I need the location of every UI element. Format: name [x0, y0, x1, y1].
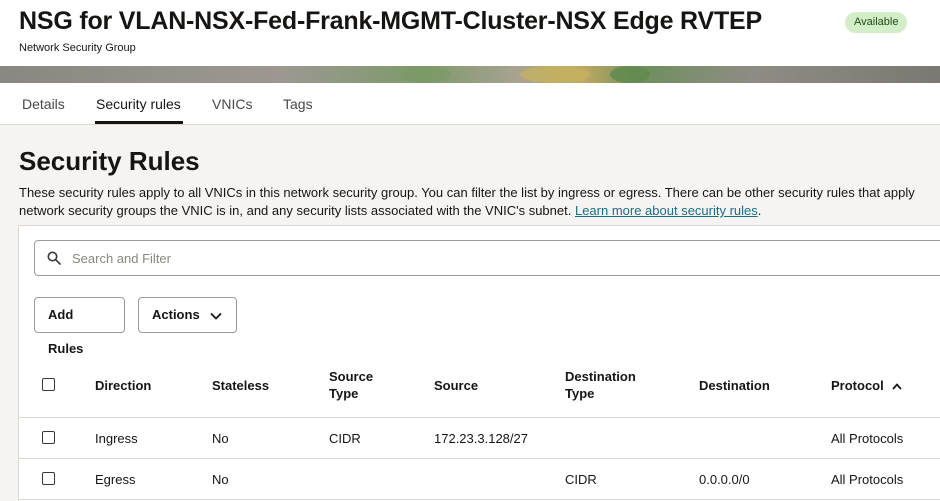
protocol-label: Protocol: [831, 378, 884, 393]
sort-ascending-icon: [892, 383, 902, 390]
column-header-direction[interactable]: Direction: [95, 377, 151, 394]
description-line-2: network security groups the VNIC is in, …: [19, 202, 940, 220]
source-type-label-line2: Type: [329, 386, 359, 401]
column-header-destination-type[interactable]: Destination Type: [565, 368, 636, 402]
description-text: network security groups the VNIC is in, …: [19, 203, 572, 218]
decorative-leaf: [400, 66, 450, 83]
cell-direction: Egress: [95, 472, 136, 487]
decorative-leaf: [610, 66, 650, 83]
cell-direction: Ingress: [95, 431, 138, 446]
page-header: NSG for VLAN-NSX-Fed-Frank-MGMT-Cluster-…: [0, 0, 940, 83]
cell-stateless: No: [212, 431, 229, 446]
row-checkbox[interactable]: [42, 431, 55, 444]
source-type-label-line1: Source: [329, 369, 374, 384]
learn-more-link[interactable]: Learn more about security rules: [575, 203, 758, 218]
cell-protocol: All Protocols: [831, 431, 904, 446]
table-header: Direction Stateless Source Type Source De…: [18, 358, 940, 418]
description-line-1: These security rules apply to all VNICs …: [19, 185, 915, 200]
page-title: NSG for VLAN-NSX-Fed-Frank-MGMT-Cluster-…: [19, 7, 762, 35]
table-row: Egress No CIDR 0.0.0.0/0 All Protocols: [18, 459, 940, 500]
active-tab-indicator: [95, 121, 183, 124]
actions-button[interactable]: Actions: [138, 297, 237, 333]
row-checkbox[interactable]: [42, 472, 55, 485]
tab-details[interactable]: Details: [22, 96, 65, 112]
column-header-stateless[interactable]: Stateless: [212, 377, 269, 394]
search-placeholder: Search and Filter: [72, 251, 171, 266]
column-header-destination[interactable]: Destination: [699, 377, 770, 394]
add-rules-button[interactable]: Add Rules: [34, 297, 125, 356]
cell-source-type: CIDR: [329, 431, 361, 446]
cell-stateless: No: [212, 472, 229, 487]
cell-protocol: All Protocols: [831, 472, 904, 487]
section-description: These security rules apply to all VNICs …: [19, 184, 940, 220]
header-decorative-band: [0, 66, 940, 83]
table-row: Ingress No CIDR 172.23.3.128/27 All Prot…: [18, 418, 940, 459]
search-input[interactable]: Search and Filter: [34, 240, 940, 276]
cell-destination: 0.0.0.0/0: [699, 472, 750, 487]
actions-label: Actions: [152, 307, 200, 322]
decorative-leaf: [520, 66, 590, 83]
tab-vnics[interactable]: VNICs: [212, 96, 252, 112]
chevron-down-icon: [210, 312, 222, 320]
tab-bar: Details Security rules VNICs Tags: [0, 83, 940, 125]
tab-tags[interactable]: Tags: [283, 96, 313, 112]
status-badge: Available: [845, 12, 908, 33]
column-header-source-type[interactable]: Source Type: [329, 368, 373, 402]
destination-type-label-line2: Type: [565, 386, 595, 401]
select-all-checkbox[interactable]: [42, 378, 55, 391]
cell-destination-type: CIDR: [565, 472, 597, 487]
section-title: Security Rules: [19, 146, 200, 176]
column-header-source[interactable]: Source: [434, 377, 478, 394]
destination-type-label-line1: Destination: [565, 369, 636, 384]
add-rules-label: Add Rules: [48, 307, 84, 356]
resource-type-label: Network Security Group: [19, 42, 136, 54]
cell-source: 172.23.3.128/27: [434, 431, 528, 446]
description-period: .: [757, 203, 762, 218]
column-header-protocol[interactable]: Protocol: [831, 377, 902, 394]
search-icon: [47, 251, 61, 265]
tab-security-rules[interactable]: Security rules: [96, 96, 181, 112]
